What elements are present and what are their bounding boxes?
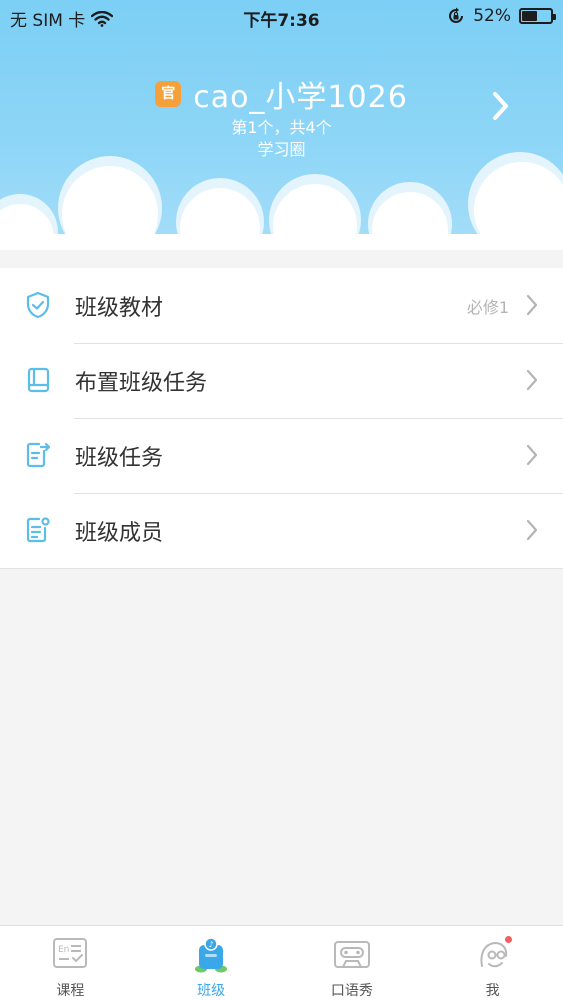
tab-label: 课程 [56,983,85,999]
book-icon [27,367,50,393]
class-position: 第1个，共4个 [231,118,332,137]
menu-item-class-tasks[interactable]: 班级任务 [0,418,563,493]
tab-label: 班级 [197,983,226,999]
battery-icon [519,8,556,24]
battery-fill [522,11,537,21]
tab-label: 口语秀 [330,983,373,999]
status-right: 52% [447,6,556,26]
orientation-lock-icon [449,7,464,23]
bottom-tab-bar: En 课程 ♪ 班级 口语秀 我 [0,925,563,1000]
svg-text:En: En [58,945,69,955]
menu-item-class-textbook[interactable]: 班级教材 必修1 [0,268,563,343]
textbook-badge: 必修1 [466,297,509,317]
tab-course[interactable]: En 课程 [0,926,141,1000]
class-name: cao_小学1026 [193,80,408,115]
class-screen: 无 SIM 卡 下午7:36 52% 官 cao_小学1026 第1个，共4个 … [0,0,563,1000]
menu-item-label: 布置班级任务 [75,370,208,396]
cloud-decoration [0,152,563,250]
menu-item-assign-task[interactable]: 布置班级任务 [0,343,563,418]
menu-item-label: 班级任务 [75,445,164,471]
class-menu-list: 班级教材 必修1 布置班级任务 班级任务 班级成员 [0,268,563,569]
chevron-right-icon[interactable] [491,90,511,122]
svg-text:♪: ♪ [209,940,214,949]
battery-percent: 52% [473,6,511,26]
tab-label: 我 [485,983,500,999]
course-icon: En [53,938,88,968]
chevron-right-icon [526,519,538,541]
class-icon: ♪ [195,937,228,973]
menu-item-class-members[interactable]: 班级成员 [0,493,563,568]
task-share-icon [26,442,51,468]
class-title-row: 官 cao_小学1026 [0,72,563,116]
menu-item-label: 班级教材 [75,295,164,321]
chevron-right-icon [526,369,538,391]
class-header: 无 SIM 卡 下午7:36 52% 官 cao_小学1026 第1个，共4个 … [0,0,563,250]
menu-item-label: 班级成员 [75,520,164,546]
status-bar: 无 SIM 卡 下午7:36 52% [0,0,563,36]
tab-speaking-show[interactable]: 口语秀 [282,926,423,1000]
tab-me[interactable]: 我 [422,926,563,1000]
chevron-right-icon [526,294,538,316]
class-switcher[interactable]: 官 cao_小学1026 第1个，共4个 学习圈 [0,72,563,160]
shield-check-icon [26,291,50,319]
member-list-icon [26,517,50,543]
official-badge: 官 [155,81,182,107]
chevron-right-icon [526,444,538,466]
tab-class[interactable]: ♪ 班级 [141,926,282,1000]
cassette-icon [333,941,370,968]
